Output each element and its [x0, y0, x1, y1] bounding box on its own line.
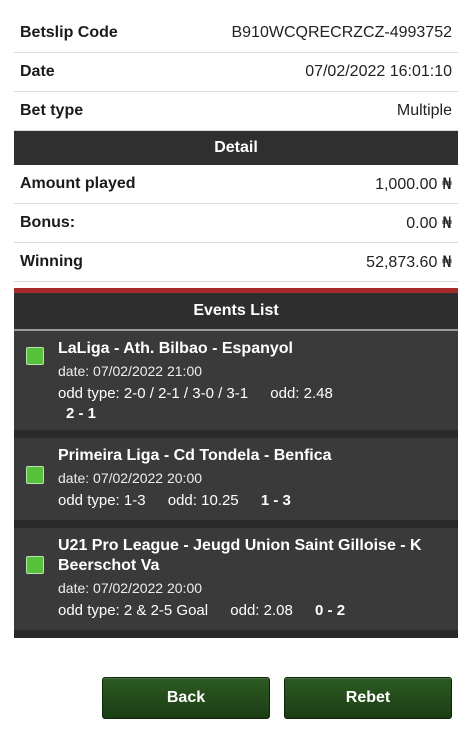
bonus-row: Bonus: 0.00 ₦ — [14, 204, 458, 243]
bonus-label: Bonus: — [20, 214, 76, 231]
naira-icon: ₦ — [441, 213, 452, 232]
event-odd-type: odd type: 2 & 2-5 Goal — [58, 602, 209, 619]
event-date: date: 07/02/2022 20:00 — [58, 580, 203, 596]
rebet-button[interactable]: Rebet — [284, 677, 452, 719]
amount-played-value: 1,000.00 ₦ — [375, 174, 452, 194]
bet-type-row: Bet type Multiple — [14, 92, 458, 131]
date-label: Date — [20, 63, 55, 80]
checkbox-checked-icon[interactable] — [26, 466, 44, 484]
checkbox-checked-icon[interactable] — [26, 556, 44, 574]
naira-icon: ₦ — [441, 174, 452, 193]
event-odd: odd: 2.48 — [270, 385, 333, 402]
betslip-code-label: Betslip Code — [20, 24, 118, 41]
event-score: 1 - 3 — [260, 492, 291, 509]
event-odd: odd: 2.08 — [230, 602, 293, 619]
event-item: U21 Pro League - Jeugd Union Saint Gillo… — [14, 528, 458, 638]
event-item: Primeira Liga - Cd Tondela - Benfica dat… — [14, 438, 458, 528]
bonus-number: 0.00 — [406, 215, 438, 232]
betslip-code-value: B910WCQRECRZCZ-4993752 — [231, 24, 452, 41]
detail-header: Detail — [14, 131, 458, 165]
amount-played-row: Amount played 1,000.00 ₦ — [14, 165, 458, 204]
winning-number: 52,873.60 — [366, 254, 438, 271]
events-list-header: Events List — [14, 293, 458, 331]
event-date: date: 07/02/2022 21:00 — [58, 363, 203, 379]
amount-played-label: Amount played — [20, 175, 136, 192]
bet-type-value: Multiple — [396, 102, 452, 119]
winning-row: Winning 52,873.60 ₦ — [14, 243, 458, 282]
amount-played-number: 1,000.00 — [375, 176, 438, 193]
events-list: LaLiga - Ath. Bilbao - Espanyol date: 07… — [14, 331, 458, 638]
event-odd-type: odd type: 1-3 — [58, 492, 146, 509]
bonus-value: 0.00 ₦ — [406, 213, 452, 233]
winning-value: 52,873.60 ₦ — [366, 252, 452, 272]
event-item: LaLiga - Ath. Bilbao - Espanyol date: 07… — [14, 331, 458, 438]
date-value: 07/02/2022 16:01:10 — [305, 63, 452, 80]
event-odd-type: odd type: 2-0 / 2-1 / 3-0 / 3-1 — [58, 385, 249, 402]
event-odds-line: odd type: 1-3 odd: 10.25 1 - 3 — [58, 490, 448, 512]
event-score: 2 - 1 — [66, 405, 97, 422]
naira-icon: ₦ — [441, 252, 452, 271]
action-bar: Back Rebet — [14, 672, 458, 724]
event-title: LaLiga - Ath. Bilbao - Espanyol — [58, 340, 293, 357]
date-row: Date 07/02/2022 16:01:10 — [14, 53, 458, 92]
bet-details-panel: Betslip Code B910WCQRECRZCZ-4993752 Date… — [14, 14, 458, 724]
event-score: 0 - 2 — [315, 602, 346, 619]
bet-type-label: Bet type — [20, 102, 84, 119]
event-odd: odd: 10.25 — [167, 492, 239, 509]
checkbox-checked-icon[interactable] — [26, 347, 44, 365]
winning-label: Winning — [20, 253, 83, 270]
event-date: date: 07/02/2022 20:00 — [58, 470, 203, 486]
event-odds-line: odd type: 2-0 / 2-1 / 3-0 / 3-1 odd: 2.4… — [58, 383, 448, 405]
event-title: U21 Pro League - Jeugd Union Saint Gillo… — [58, 537, 422, 574]
event-odds-line: odd type: 2 & 2-5 Goal odd: 2.08 0 - 2 — [58, 600, 448, 622]
betslip-code-row: Betslip Code B910WCQRECRZCZ-4993752 — [14, 14, 458, 53]
event-title: Primeira Liga - Cd Tondela - Benfica — [58, 447, 332, 464]
back-button[interactable]: Back — [102, 677, 270, 719]
